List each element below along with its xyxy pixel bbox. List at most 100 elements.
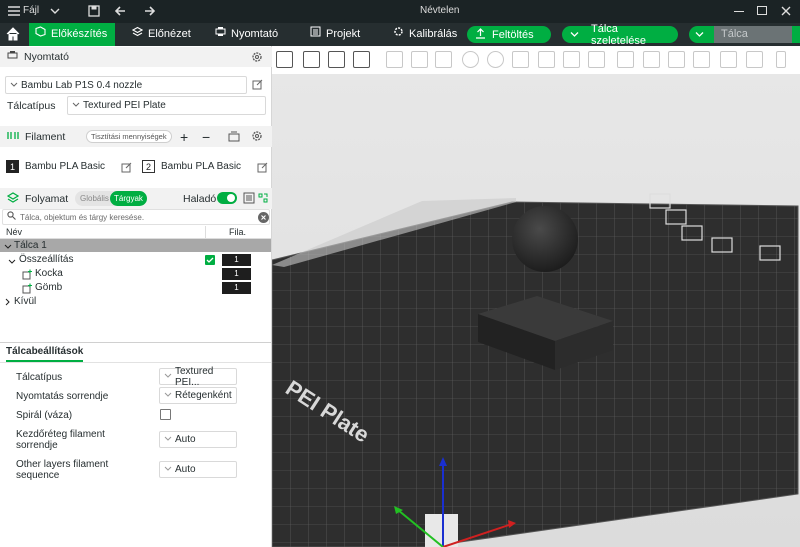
add-filament-icon[interactable]: +: [180, 129, 188, 145]
color-paint-icon[interactable]: [693, 51, 710, 68]
split-parts-icon[interactable]: [411, 51, 428, 68]
tab-prepare-label: Előkészítés: [51, 28, 108, 40]
first-layer-filament-sequence-select[interactable]: Auto: [159, 431, 237, 448]
3d-viewport[interactable]: PEI Plate: [271, 74, 800, 547]
arrange-icon[interactable]: [353, 51, 370, 68]
edit-icon[interactable]: [252, 79, 263, 93]
cut-icon[interactable]: [563, 51, 580, 68]
seam-paint-icon[interactable]: [643, 51, 660, 68]
rotate-icon[interactable]: [487, 51, 504, 68]
hamburger-menu-icon[interactable]: [8, 5, 20, 17]
part-filament[interactable]: 1: [222, 282, 251, 294]
move-icon[interactable]: [462, 51, 479, 68]
spiral-vase-checkbox[interactable]: [160, 409, 171, 420]
chevron-right-icon[interactable]: [5, 298, 11, 309]
object-list-assembly-row[interactable]: Összeállítás 1: [0, 253, 271, 267]
plate-row-label: Tálca 1: [14, 240, 47, 251]
toggle-global[interactable]: Globális: [80, 194, 109, 203]
chevron-down-icon[interactable]: [50, 7, 60, 18]
filament-icon: [7, 130, 19, 144]
minimize-icon[interactable]: [734, 11, 744, 12]
assembly-filament[interactable]: 1: [222, 254, 251, 266]
split-objects-icon[interactable]: [386, 51, 403, 68]
printer-header-label: Nyomtató: [24, 51, 69, 63]
assembly-view-icon[interactable]: [746, 51, 763, 68]
tab-preview[interactable]: Előnézet: [126, 23, 197, 46]
edit-icon[interactable]: [121, 162, 132, 176]
advanced-switch[interactable]: [217, 192, 237, 204]
plate-type-value: Textured PEI Plate: [83, 100, 166, 111]
checkbox-checked-icon[interactable]: [205, 255, 215, 265]
undo-icon[interactable]: [114, 5, 128, 20]
flush-volumes-button[interactable]: Tisztítási mennyiségek: [86, 130, 172, 143]
object-list-part-row[interactable]: Kocka 1: [0, 267, 271, 281]
printer-model-select[interactable]: Bambu Lab P1S 0.4 nozzle: [5, 76, 247, 94]
filament-slot-name: Bambu PLA Basic: [25, 161, 106, 172]
tab-project-label: Projekt: [326, 28, 361, 40]
filament-header-label: Filament: [25, 130, 66, 143]
clear-search-icon[interactable]: [258, 212, 269, 223]
part-filament[interactable]: 1: [222, 268, 251, 280]
tab-project[interactable]: Projekt: [304, 23, 366, 46]
remove-filament-icon[interactable]: −: [202, 129, 210, 145]
tab-calibration[interactable]: Kalibrálás: [387, 23, 463, 46]
object-list-plate-row[interactable]: Tálca 1: [0, 239, 271, 252]
maximize-icon[interactable]: [757, 6, 767, 15]
edit-icon[interactable]: [257, 162, 268, 176]
filament-slot-1[interactable]: 1 Bambu PLA Basic: [6, 160, 105, 173]
print-plate-button[interactable]: Tálca nyomtatása: [689, 26, 800, 57]
layers-icon: [131, 23, 144, 46]
boolean-icon[interactable]: [588, 51, 605, 68]
home-icon[interactable]: [6, 27, 20, 44]
close-icon[interactable]: [781, 6, 791, 19]
printer-section-header: Nyomtató: [0, 47, 272, 67]
scale-icon[interactable]: [512, 51, 529, 68]
object-search-input[interactable]: Tálca, objektum és tárgy keresése.: [2, 209, 270, 225]
object-list-part-row[interactable]: Gömb 1: [0, 281, 271, 295]
lay-on-face-icon[interactable]: [538, 51, 555, 68]
auto-orient-icon[interactable]: [328, 51, 345, 68]
process-list-icon[interactable]: [243, 192, 255, 207]
process-icon: [6, 191, 20, 206]
filament-slot-2[interactable]: 2 Bambu PLA Basic: [142, 160, 241, 173]
slice-plate-button[interactable]: Tálca szeletelése: [562, 23, 678, 47]
filament-sync-icon[interactable]: [228, 131, 240, 145]
plate-type-select[interactable]: Textured PEI Plate: [67, 96, 266, 115]
other-layers-filament-sequence-select[interactable]: Auto: [159, 461, 237, 478]
gear-icon[interactable]: [251, 51, 263, 66]
more-tools-icon[interactable]: [776, 51, 786, 68]
add-plate-icon[interactable]: [303, 51, 320, 68]
plate-type-setting-select[interactable]: Textured PEI...: [159, 365, 237, 388]
canvas-toolbar: [272, 46, 800, 74]
upload-icon: [475, 27, 486, 42]
chevron-down-icon[interactable]: [695, 29, 704, 41]
file-menu[interactable]: Fájl: [23, 5, 39, 16]
assembly-label: Összeállítás: [19, 254, 74, 265]
save-icon[interactable]: [88, 5, 100, 20]
measure-icon[interactable]: [720, 51, 737, 68]
print-sequence-select[interactable]: Rétegenként: [159, 387, 237, 404]
layer-editing-icon[interactable]: [435, 51, 452, 68]
slice-plate-label: Tálca szeletelése: [591, 22, 647, 47]
toggle-objects[interactable]: Tárgyak: [110, 191, 147, 206]
gear-icon[interactable]: [251, 130, 263, 145]
tab-prepare[interactable]: Előkészítés: [29, 23, 115, 46]
cube-icon: [35, 23, 46, 46]
plate-settings-tab[interactable]: Tálcabeállítások: [6, 346, 84, 362]
tab-printer[interactable]: Nyomtató: [209, 23, 284, 46]
chevron-down-icon[interactable]: [4, 242, 12, 253]
title-bar: Fájl Névtelen: [0, 0, 800, 23]
upload-button[interactable]: Feltöltés: [467, 26, 551, 43]
main-tab-bar: Előkészítés Előnézet Nyomtató Projekt Ka…: [0, 23, 800, 57]
object-list-outside-row[interactable]: Kívül: [0, 295, 271, 309]
setting-label: Other layers filament sequence: [16, 459, 109, 481]
text-tool-icon[interactable]: [668, 51, 685, 68]
chevron-down-icon[interactable]: [570, 29, 579, 41]
redo-icon[interactable]: [142, 5, 156, 20]
process-compare-icon[interactable]: [257, 192, 269, 207]
add-object-icon[interactable]: [276, 51, 293, 68]
support-paint-icon[interactable]: [617, 51, 634, 68]
chevron-down-icon: [164, 390, 172, 401]
setting-value: Textured PEI...: [175, 365, 214, 388]
sphere-object[interactable]: [512, 206, 578, 272]
